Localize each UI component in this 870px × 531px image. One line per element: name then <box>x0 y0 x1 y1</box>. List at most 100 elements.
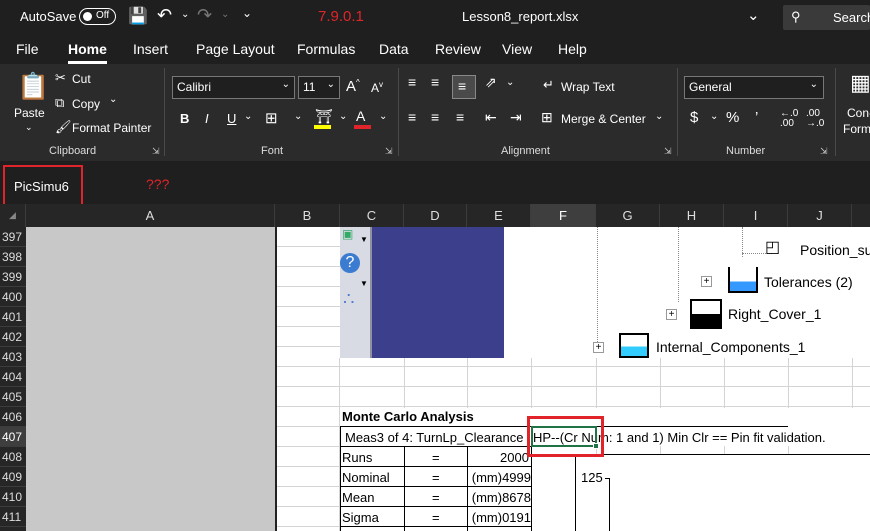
search-box[interactable]: ⚲ Search <box>783 5 870 30</box>
row-header[interactable]: 399 <box>0 267 26 287</box>
align-middle-icon[interactable]: ≡ <box>431 74 439 90</box>
increase-indent-icon[interactable]: ⇥ <box>510 109 522 126</box>
align-top-icon[interactable]: ≡ <box>408 74 416 90</box>
font-color-dropdown-icon[interactable]: ⌄ <box>379 111 387 122</box>
paste-icon[interactable]: 📋 <box>17 71 49 102</box>
merge-center-button[interactable]: Merge & Center <box>561 112 646 126</box>
fill-color-icon[interactable]: ⛩ <box>314 108 333 129</box>
undo-dropdown-icon[interactable]: ⌄ <box>181 9 189 20</box>
column-header-h[interactable]: H <box>660 204 724 227</box>
copy-icon[interactable]: ⧉ <box>55 95 64 111</box>
increase-font-icon[interactable]: A^ <box>346 78 360 95</box>
customize-qat-icon[interactable]: ⌄ <box>242 6 252 20</box>
decrease-indent-icon[interactable]: ⇤ <box>485 109 497 126</box>
tab-formulas[interactable]: Formulas <box>297 41 355 57</box>
percent-icon[interactable]: % <box>726 109 739 126</box>
clipboard-launcher-icon[interactable]: ⇲ <box>152 146 160 157</box>
copy-dropdown-icon[interactable]: ⌄ <box>109 94 117 105</box>
conditional-formatting-icon[interactable]: ▦ <box>850 70 870 96</box>
italic-icon[interactable]: I <box>205 111 209 126</box>
row-header[interactable]: 402 <box>0 327 26 347</box>
decrease-font-icon[interactable]: Av <box>371 80 383 95</box>
expand-icon[interactable]: + <box>593 342 604 353</box>
format-painter-icon[interactable]: 🖌 <box>55 119 72 135</box>
expand-icon[interactable]: + <box>666 309 677 320</box>
font-name-select[interactable]: Calibri ⌄ <box>172 76 295 99</box>
increase-decimal-icon[interactable]: ←.0.00 <box>780 109 798 129</box>
row-header[interactable]: 400 <box>0 287 26 307</box>
column-a-cells[interactable] <box>26 227 275 531</box>
format-painter-button[interactable]: Format Painter <box>72 121 151 135</box>
redo-dropdown-icon[interactable]: ⌄ <box>221 9 229 20</box>
redo-icon[interactable]: ↷ <box>197 5 212 26</box>
merge-center-icon[interactable]: ⊞ <box>541 109 553 126</box>
align-bottom-button[interactable]: ≡ <box>452 75 476 99</box>
dropdown-icon[interactable]: ⌄ <box>747 6 760 24</box>
row-header[interactable]: 410 <box>0 487 26 507</box>
tab-home[interactable]: Home <box>68 41 107 64</box>
column-header-e[interactable]: E <box>467 204 531 227</box>
font-launcher-icon[interactable]: ⇲ <box>385 146 393 157</box>
number-launcher-icon[interactable]: ⇲ <box>820 146 828 157</box>
wrap-text-button[interactable]: Wrap Text <box>561 80 615 94</box>
select-all-corner[interactable]: ◢ <box>0 204 26 227</box>
borders-icon[interactable]: ⊞ <box>265 109 278 127</box>
orientation-icon[interactable]: ⇗ <box>485 74 497 91</box>
tab-review[interactable]: Review <box>435 41 481 57</box>
column-header-c[interactable]: C <box>340 204 404 227</box>
bold-icon[interactable]: B <box>180 111 189 126</box>
row-header[interactable]: 403 <box>0 347 26 367</box>
tab-view[interactable]: View <box>502 41 532 57</box>
comma-style-icon[interactable]: ’ <box>755 109 758 126</box>
row-header[interactable]: 401 <box>0 307 26 327</box>
fill-color-dropdown-icon[interactable]: ⌄ <box>339 111 347 122</box>
row-header[interactable]: 409 <box>0 467 26 487</box>
column-header-j[interactable]: J <box>788 204 852 227</box>
column-header-b[interactable]: B <box>275 204 340 227</box>
tab-file[interactable]: File <box>16 41 39 57</box>
currency-icon[interactable]: $ <box>690 109 698 126</box>
underline-icon[interactable]: U <box>227 111 236 126</box>
copy-button[interactable]: Copy <box>72 97 100 111</box>
row-header[interactable]: 411 <box>0 507 26 527</box>
tab-insert[interactable]: Insert <box>133 41 168 57</box>
currency-dropdown-icon[interactable]: ⌄ <box>710 111 718 122</box>
tab-data[interactable]: Data <box>379 41 409 57</box>
align-right-icon[interactable]: ≡ <box>456 109 464 125</box>
column-header-d[interactable]: D <box>404 204 467 227</box>
autosave-toggle[interactable]: Off <box>79 8 116 25</box>
column-header-k[interactable] <box>852 204 870 227</box>
alignment-launcher-icon[interactable]: ⇲ <box>664 146 672 157</box>
paste-button[interactable]: Paste <box>14 106 45 120</box>
row-header[interactable]: 397 <box>0 227 26 247</box>
undo-icon[interactable]: ↶ <box>157 5 172 26</box>
column-header-f[interactable]: F <box>531 204 596 227</box>
align-center-icon[interactable]: ≡ <box>431 109 439 125</box>
tab-page-layout[interactable]: Page Layout <box>196 41 275 57</box>
save-icon[interactable]: 💾 <box>128 6 148 26</box>
row-header[interactable]: 406 <box>0 407 26 427</box>
underline-dropdown-icon[interactable]: ⌄ <box>244 111 252 122</box>
column-header-i[interactable]: I <box>724 204 788 227</box>
conditional-formatting-button[interactable]: Con- <box>847 106 870 120</box>
column-header-a[interactable]: A <box>26 204 275 227</box>
cut-button[interactable]: Cut <box>72 72 91 86</box>
column-header-g[interactable]: G <box>596 204 660 227</box>
font-size-select[interactable]: 11 ⌄ <box>298 76 340 99</box>
cut-icon[interactable]: ✂ <box>55 70 66 86</box>
paste-dropdown-icon[interactable]: ⌄ <box>25 122 33 133</box>
expand-icon[interactable]: + <box>701 276 712 287</box>
row-header-selected[interactable]: 407 <box>0 427 26 447</box>
font-color-icon[interactable]: A <box>354 108 371 129</box>
align-left-icon[interactable]: ≡ <box>408 109 416 125</box>
row-header[interactable]: 405 <box>0 387 26 407</box>
merge-dropdown-icon[interactable]: ⌄ <box>655 111 663 122</box>
row-header[interactable]: 408 <box>0 447 26 467</box>
borders-dropdown-icon[interactable]: ⌄ <box>294 111 302 122</box>
tab-help[interactable]: Help <box>558 41 587 57</box>
decrease-decimal-icon[interactable]: .00 →.0 <box>806 109 824 129</box>
wrap-text-icon[interactable]: ↵ <box>543 77 554 93</box>
row-header[interactable]: 398 <box>0 247 26 267</box>
orientation-dropdown-icon[interactable]: ⌄ <box>506 77 514 88</box>
row-header[interactable]: 404 <box>0 367 26 387</box>
